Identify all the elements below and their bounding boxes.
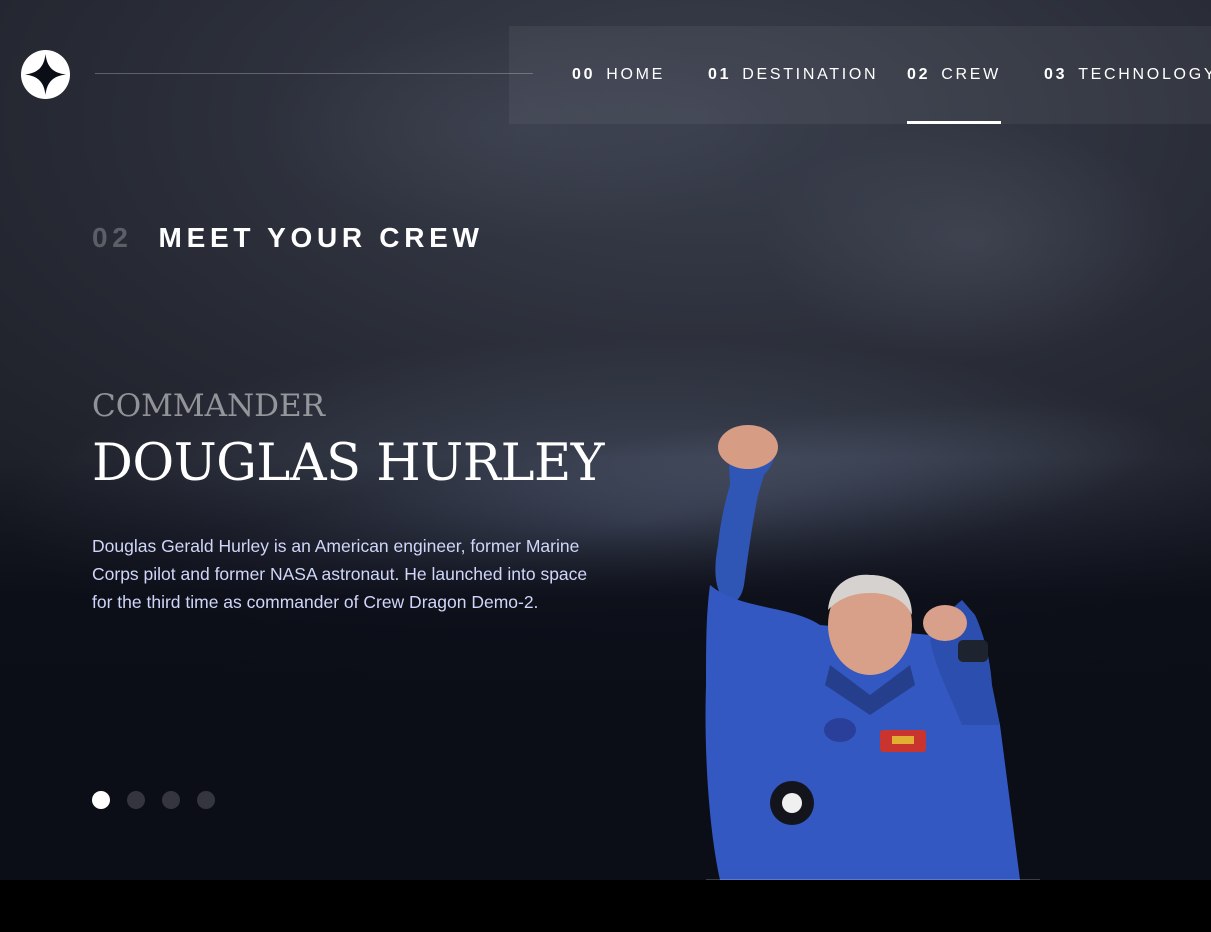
nav-number: 02	[907, 66, 931, 83]
crew-role: COMMANDER	[92, 388, 325, 424]
nav-item-destination[interactable]: 01 DESTINATION	[708, 26, 878, 124]
nav-item-crew[interactable]: 02 CREW	[907, 26, 1001, 124]
slider-dot-4[interactable]	[197, 791, 215, 809]
nav-number: 03	[1044, 66, 1068, 83]
page-heading: 02 MEET YOUR CREW	[92, 222, 484, 254]
page-heading-number: 02	[92, 222, 133, 253]
image-divider	[706, 879, 1040, 880]
nav-number: 01	[708, 66, 732, 83]
header-divider	[95, 73, 533, 74]
crew-member-portrait	[700, 425, 1045, 880]
nav-label: HOME	[606, 66, 666, 83]
main-nav: 00 HOME 01 DESTINATION 02 CREW 03 TECHNO…	[509, 26, 1211, 124]
crew-bio: Douglas Gerald Hurley is an American eng…	[92, 536, 588, 612]
crew-name: DOUGLAS HURLEY	[92, 434, 604, 493]
nav-item-home[interactable]: 00 HOME	[572, 26, 665, 124]
nav-item-technology[interactable]: 03 TECHNOLOGY	[1044, 26, 1211, 124]
page-heading-text: MEET YOUR CREW	[158, 222, 484, 253]
nav-label: DESTINATION	[742, 66, 879, 83]
slider-dot-3[interactable]	[162, 791, 180, 809]
nav-number: 00	[572, 66, 596, 83]
star-logo-icon[interactable]	[21, 50, 70, 99]
nav-label: CREW	[941, 66, 1001, 83]
nav-label: TECHNOLOGY	[1078, 66, 1211, 83]
crew-slider-dots	[92, 791, 215, 809]
slider-dot-2[interactable]	[127, 791, 145, 809]
slider-dot-1[interactable]	[92, 791, 110, 809]
